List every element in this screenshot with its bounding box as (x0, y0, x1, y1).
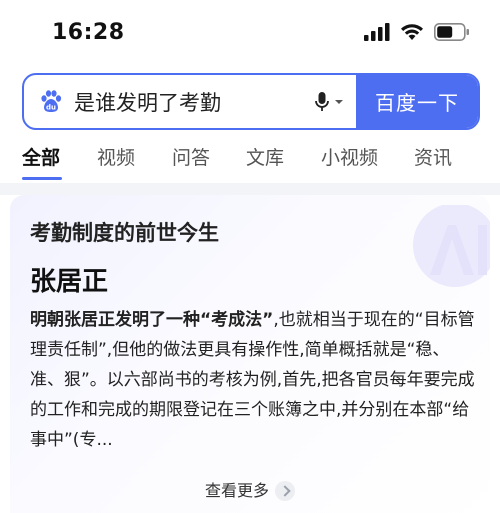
active-tab-indicator (22, 177, 62, 180)
search-tabs: 全部 视频 问答 文库 小视频 资讯 (0, 143, 500, 183)
wifi-icon (401, 24, 423, 40)
chevron-right-icon (275, 480, 295, 501)
search-bar: du 百度一下 (22, 73, 480, 130)
chevron-down-icon (335, 100, 343, 104)
snippet-text: ,也就相当于现在的“目标管理责任制”,但他的做法更具有操作性,简单概括就是“稳、… (30, 310, 475, 450)
svg-text:du: du (46, 103, 56, 111)
tab-qa[interactable]: 问答 (172, 143, 210, 170)
search-input[interactable] (74, 89, 294, 114)
status-time: 16:28 (52, 20, 125, 45)
answer-snippet: 明朝张居正发明了一种“考成法”,也就相当于现在的“目标管理责任制”,但他的做法更… (30, 305, 480, 455)
tab-all[interactable]: 全部 (22, 143, 60, 170)
answer-card: 考勤制度的前世今生 张居正 明朝张居正发明了一种“考成法”,也就相当于现在的“目… (10, 195, 490, 513)
view-more-label: 查看更多 (204, 481, 269, 500)
status-icons (364, 23, 470, 41)
snippet-highlight: 明朝张居正发明了一种“考成法” (30, 310, 274, 330)
answer-title: 张居正 (30, 267, 109, 297)
section-divider (0, 183, 500, 195)
view-more-link[interactable]: 查看更多 (10, 477, 490, 502)
card-kicker: 考勤制度的前世今生 (30, 221, 219, 245)
search-button[interactable]: 百度一下 (356, 75, 478, 128)
battery-icon (434, 23, 469, 41)
cellular-signal-icon (364, 23, 390, 41)
tab-video[interactable]: 视频 (97, 143, 135, 170)
tab-news[interactable]: 资讯 (414, 143, 452, 170)
tab-wenku[interactable]: 文库 (246, 143, 284, 170)
search-field-area[interactable]: du (24, 75, 356, 128)
tab-short-video[interactable]: 小视频 (321, 143, 378, 170)
baidu-paw-icon: du (41, 89, 62, 112)
status-bar: 16:28 (0, 0, 500, 64)
voice-search-button[interactable] (314, 91, 344, 113)
microphone-icon (315, 92, 329, 111)
card-decoration (360, 205, 490, 305)
